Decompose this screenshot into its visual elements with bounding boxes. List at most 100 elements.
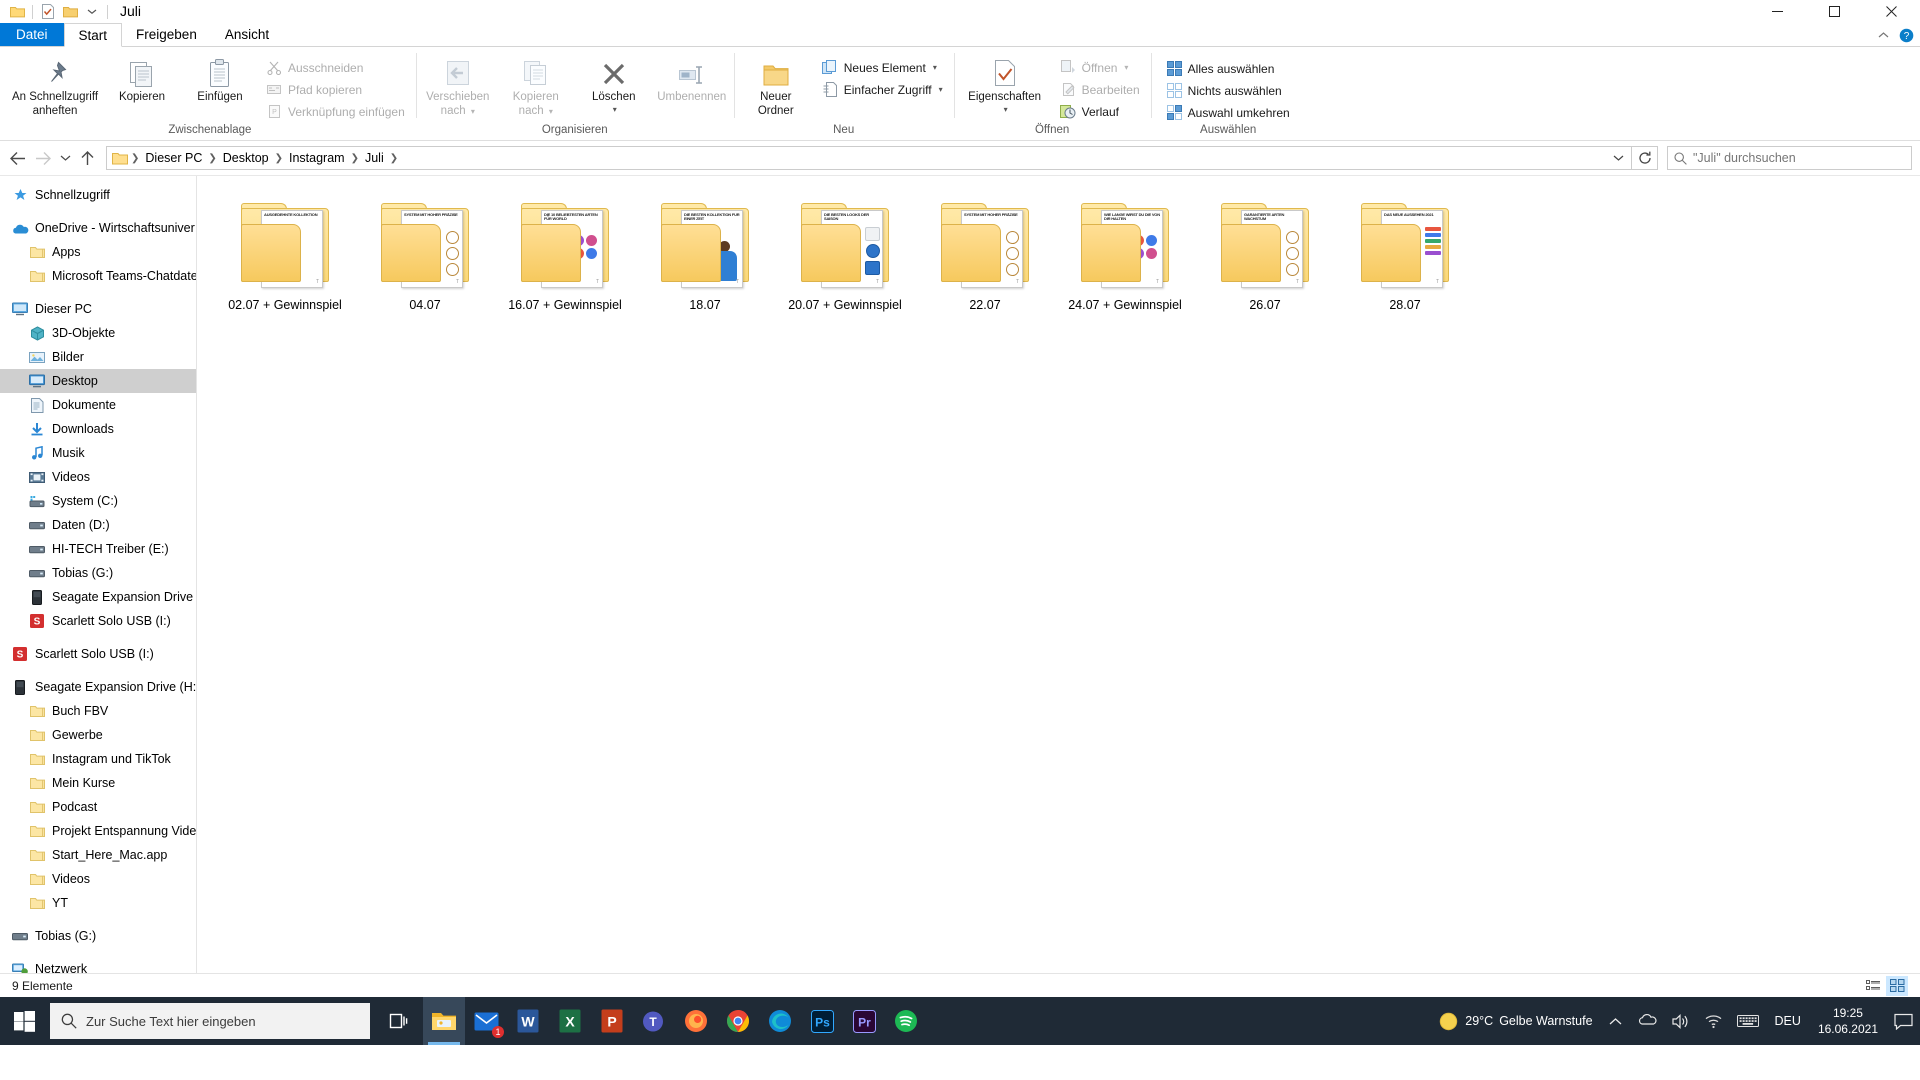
sidebar-item-gewerbe[interactable]: Gewerbe — [0, 723, 196, 747]
tab-start[interactable]: Start — [63, 23, 123, 47]
taskbar-app-edge[interactable] — [759, 997, 801, 1045]
sidebar-item-bilder[interactable]: Bilder — [0, 345, 196, 369]
breadcrumb-separator[interactable]: ❯ — [130, 153, 140, 164]
sidebar-item-podcast[interactable]: Podcast — [0, 795, 196, 819]
folder-item[interactable]: DAS NEUE AUSSEHEN 2021 T 28.07 — [1335, 190, 1475, 318]
sidebar-item-tobias-g[interactable]: Tobias (G:) — [0, 561, 196, 585]
clock[interactable]: 19:25 16.06.2021 — [1810, 997, 1886, 1045]
minimize-button[interactable] — [1749, 0, 1806, 23]
folder-item[interactable]: SYSTEM MIT HOHER PRÄZISE T 04.07 — [355, 190, 495, 318]
sidebar-item-musik[interactable]: Musik — [0, 441, 196, 465]
sidebar-item-netzwerk[interactable]: Netzwerk — [0, 957, 196, 973]
back-button[interactable] — [4, 145, 30, 171]
breadcrumb-separator[interactable]: ❯ — [389, 153, 399, 164]
sidebar-item-dokumente[interactable]: Dokumente — [0, 393, 196, 417]
taskbar-app-spotify[interactable] — [885, 997, 927, 1045]
refresh-button[interactable] — [1632, 146, 1658, 170]
properties-button[interactable]: Eigenschaften ▾ — [957, 53, 1053, 117]
recent-locations-button[interactable] — [56, 145, 74, 171]
easy-access-button[interactable]: Einfacher Zugriff ▾ — [819, 79, 949, 100]
sidebar-item-daten-d[interactable]: Daten (D:) — [0, 513, 196, 537]
help-icon[interactable]: ? — [1899, 28, 1914, 43]
volume-icon[interactable] — [1664, 997, 1697, 1045]
delete-caret-icon[interactable]: ▾ — [613, 105, 617, 114]
pin-to-quick-access-button[interactable]: An Schnellzugriff anheften — [7, 53, 103, 121]
folder-item[interactable]: WIE LANGE WIRST DU DIE VON DIR HALTEN T 24… — [1055, 190, 1195, 318]
sidebar-item-microsoft-teams-chatdatei[interactable]: Microsoft Teams-Chatdatei — [0, 264, 196, 288]
sidebar-item-start-here-mac-app[interactable]: Start_Here_Mac.app — [0, 843, 196, 867]
taskbar-search-input[interactable]: Zur Suche Text hier eingeben — [50, 1003, 370, 1039]
folder-item[interactable]: DIE BESTEN KOLLEKTION FÜR EINER ZEIT T 18.… — [635, 190, 775, 318]
search-input[interactable]: "Juli" durchsuchen — [1667, 146, 1912, 170]
weather-widget[interactable]: 29°C Gelbe Warnstufe — [1431, 997, 1599, 1045]
breadcrumb-instagram[interactable]: Instagram — [284, 149, 350, 167]
sidebar-item-downloads[interactable]: Downloads — [0, 417, 196, 441]
sidebar-item-onedrive-wirtschaftsuniver[interactable]: OneDrive - Wirtschaftsuniver — [0, 216, 196, 240]
invert-selection-button[interactable]: Auswahl umkehren — [1163, 102, 1296, 123]
copy-button[interactable]: Kopieren — [103, 53, 181, 108]
taskbar-app-excel[interactable]: X — [549, 997, 591, 1045]
taskbar-app-premiere[interactable]: Pr — [843, 997, 885, 1045]
new-item-caret-icon[interactable]: ▾ — [933, 63, 937, 72]
breadcrumb-dieser-pc[interactable]: Dieser PC — [140, 149, 207, 167]
sidebar-item-scarlett-solo-usb-i[interactable]: S Scarlett Solo USB (I:) — [0, 609, 196, 633]
sidebar-item-buch-fbv[interactable]: Buch FBV — [0, 699, 196, 723]
folder-item[interactable]: SYSTEM MIT HOHER PRÄZISE T 22.07 — [915, 190, 1055, 318]
folder-item[interactable]: DIE 10 BELIEBTESTEN ARTEN FÜR WORLD T 16.0… — [495, 190, 635, 318]
details-view-button[interactable] — [1862, 976, 1884, 996]
notification-center-button[interactable] — [1886, 997, 1920, 1045]
sidebar-item-mein-kurse[interactable]: Mein Kurse — [0, 771, 196, 795]
taskbar-app-photoshop[interactable]: Ps — [801, 997, 843, 1045]
breadcrumb-juli[interactable]: Juli — [360, 149, 389, 167]
taskbar-app-mail[interactable]: 1 — [465, 997, 507, 1045]
up-button[interactable] — [74, 145, 100, 171]
new-folder-button[interactable]: Neuer Ordner — [737, 53, 815, 121]
task-view-button[interactable] — [373, 997, 421, 1045]
tab-ansicht[interactable]: Ansicht — [211, 23, 283, 46]
tab-freigeben[interactable]: Freigeben — [122, 23, 211, 46]
sidebar-item-yt[interactable]: YT — [0, 891, 196, 915]
sidebar-item-hi-tech-treiber-e[interactable]: HI-TECH Treiber (E:) — [0, 537, 196, 561]
taskbar-app-file-explorer[interactable] — [423, 997, 465, 1045]
sidebar-item-scarlett-solo-usb-i[interactable]: S Scarlett Solo USB (I:) — [0, 642, 196, 666]
select-none-button[interactable]: Nichts auswählen — [1163, 80, 1296, 101]
tab-datei[interactable]: Datei — [0, 23, 64, 46]
folder-item[interactable]: DIE BESTEN LOOKS DER SAISON T 20.07 + Gewi… — [775, 190, 915, 318]
qat-properties-icon[interactable] — [37, 1, 59, 22]
wifi-icon[interactable] — [1697, 997, 1730, 1045]
new-item-button[interactable]: Neues Element ▾ — [819, 57, 949, 78]
history-button[interactable]: Verlauf — [1057, 101, 1146, 122]
taskbar-app-word[interactable]: W — [507, 997, 549, 1045]
keyboard-icon[interactable] — [1730, 997, 1766, 1045]
easy-access-caret-icon[interactable]: ▾ — [939, 85, 943, 94]
sidebar-item-apps[interactable]: Apps — [0, 240, 196, 264]
start-button[interactable] — [0, 997, 48, 1045]
maximize-button[interactable] — [1806, 0, 1863, 23]
taskbar-app-powerpoint[interactable]: P — [591, 997, 633, 1045]
select-all-button[interactable]: Alles auswählen — [1163, 58, 1296, 79]
properties-caret-icon[interactable]: ▾ — [1004, 105, 1008, 114]
qat-new-folder-icon[interactable] — [59, 1, 81, 22]
sidebar-item-dieser-pc[interactable]: Dieser PC — [0, 297, 196, 321]
breadcrumb-bar[interactable]: ❯ Dieser PC ❯ Desktop ❯ Instagram ❯ Juli… — [106, 146, 1632, 170]
folder-item[interactable]: GARANTIERTE ARTEN WACHSTUM T 26.07 — [1195, 190, 1335, 318]
collapse-ribbon-icon[interactable] — [1878, 31, 1889, 39]
sidebar-item-seagate-expansion-drive-h[interactable]: Seagate Expansion Drive (H — [0, 585, 196, 609]
folder-item[interactable]: AUSGEDEHNTE KOLLEKTION T 02.07 + Gewinnspi… — [215, 190, 355, 318]
sidebar-item-3d-objekte[interactable]: 3D-Objekte — [0, 321, 196, 345]
breadcrumb-separator[interactable]: ❯ — [274, 153, 284, 164]
sidebar-item-system-c[interactable]: System (C:) — [0, 489, 196, 513]
sidebar-item-videos[interactable]: Videos — [0, 867, 196, 891]
sidebar-item-tobias-g[interactable]: Tobias (G:) — [0, 924, 196, 948]
paste-button[interactable]: Einfügen — [181, 53, 259, 108]
sidebar-item-videos[interactable]: Videos — [0, 465, 196, 489]
sidebar-item-desktop[interactable]: Desktop — [0, 369, 196, 393]
breadcrumb-separator[interactable]: ❯ — [350, 153, 360, 164]
qat-folder-icon[interactable] — [6, 1, 28, 22]
language-indicator[interactable]: DEU — [1766, 997, 1810, 1045]
sidebar-item-instagram-und-tiktok[interactable]: Instagram und TikTok — [0, 747, 196, 771]
sidebar-item-projekt-entspannung-video[interactable]: Projekt Entspannung Video — [0, 819, 196, 843]
sidebar-item-schnellzugriff[interactable]: Schnellzugriff — [0, 183, 196, 207]
qat-dropdown-icon[interactable] — [81, 1, 103, 22]
breadcrumb-dropdown-icon[interactable] — [1607, 147, 1629, 169]
